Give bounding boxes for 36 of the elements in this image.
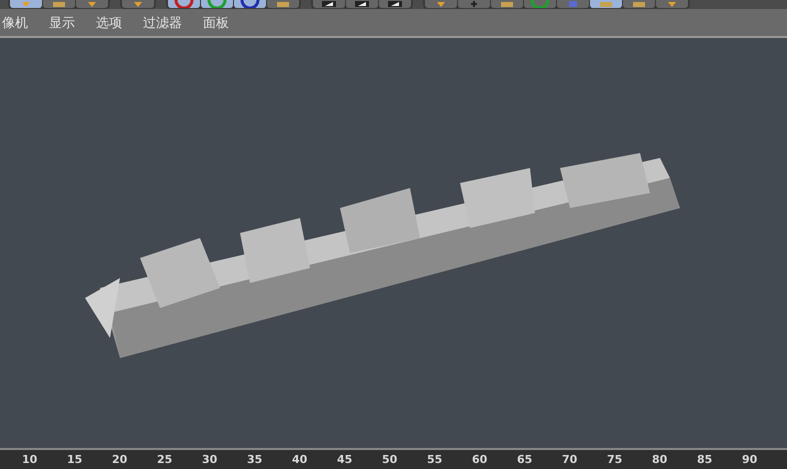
frame-number: 45 xyxy=(337,453,354,466)
frame-number: 35 xyxy=(247,453,264,466)
frame-number: 15 xyxy=(67,453,84,466)
frame-number: 85 xyxy=(697,453,714,466)
toolbar-button[interactable] xyxy=(379,0,411,8)
menu-item[interactable]: 面板 xyxy=(201,14,236,32)
frame-number: 55 xyxy=(427,453,444,466)
frame-number: 50 xyxy=(382,453,398,466)
frame-number: 75 xyxy=(607,453,624,466)
box-icon xyxy=(599,2,613,8)
toolbar-button[interactable] xyxy=(313,0,345,8)
frame-number: 25 xyxy=(157,453,174,466)
ring-icon xyxy=(174,0,194,8)
plus-icon xyxy=(469,1,479,8)
frame-number: 60 xyxy=(472,453,488,466)
box-icon xyxy=(632,2,646,8)
box-icon xyxy=(52,2,66,8)
ring-icon xyxy=(240,0,260,8)
frame-number: 80 xyxy=(652,453,668,466)
cube-icon xyxy=(567,1,579,8)
box-icon xyxy=(276,2,290,8)
frame-number: 70 xyxy=(562,453,578,466)
frame-number: 90 xyxy=(742,453,758,466)
frame-number: 20 xyxy=(112,453,128,466)
frame-number: 65 xyxy=(517,453,534,466)
box-icon xyxy=(500,2,514,8)
menu-item[interactable]: 过滤器 xyxy=(141,14,189,32)
ring-icon xyxy=(530,0,550,8)
frame-number: 40 xyxy=(292,453,308,466)
toolbar-button[interactable] xyxy=(346,0,378,8)
menu-item[interactable]: 像机 xyxy=(0,14,35,32)
menu-item[interactable]: 选项 xyxy=(94,14,129,32)
menu-item[interactable]: 显示 xyxy=(47,14,82,32)
frame-number: 30 xyxy=(202,453,218,466)
ring-icon xyxy=(207,0,227,8)
frame-number: 10 xyxy=(22,453,38,466)
